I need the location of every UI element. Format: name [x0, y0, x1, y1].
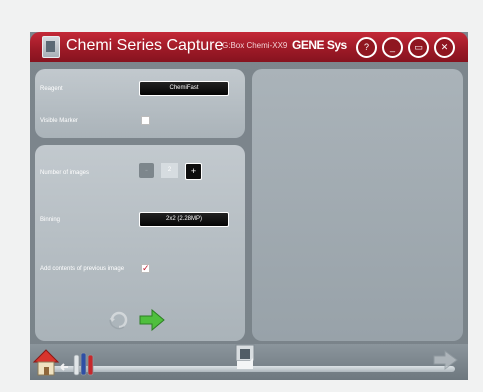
help-button[interactable]: ? — [356, 37, 377, 58]
capture-settings-panel: Number of images - 2 + Binning 2x2 (2.28… — [35, 145, 245, 341]
image-preview-panel — [252, 69, 463, 341]
binning-label: Binning — [40, 217, 61, 223]
next-arrow-icon[interactable] — [433, 350, 458, 370]
images-count-value: 2 — [161, 163, 178, 178]
camera-app-icon — [42, 36, 60, 58]
close-button[interactable]: ✕ — [434, 37, 455, 58]
visible-marker-label: Visible Marker — [40, 118, 78, 124]
camera-step-icon[interactable] — [235, 344, 255, 369]
number-of-images-label: Number of images — [40, 170, 90, 176]
device-model: G:Box Chemi-XX9 — [222, 41, 288, 50]
bottom-icons — [32, 344, 458, 376]
go-arrow-icon[interactable] — [139, 308, 165, 332]
brand-logo: GENE Sys — [292, 38, 347, 52]
reagent-tubes-icon[interactable] — [73, 352, 94, 376]
images-increment-button[interactable]: + — [185, 163, 202, 180]
minimize-button[interactable]: _ — [382, 37, 403, 58]
reagent-label: Reagent — [40, 86, 63, 92]
reagent-select[interactable]: ChemiFast — [139, 81, 229, 96]
window-title: Chemi Series Capture — [66, 37, 224, 54]
home-icon[interactable] — [32, 349, 60, 376]
arrow-left-icon — [60, 363, 68, 371]
add-previous-checkbox[interactable]: ✓ — [141, 264, 150, 273]
maximize-button[interactable]: ▭ — [408, 37, 429, 58]
binning-select[interactable]: 2x2 (2.28MP) — [139, 212, 229, 227]
add-previous-label: Add contents of previous image — [40, 266, 125, 272]
reagent-panel: Reagent ChemiFast Visible Marker — [35, 69, 245, 138]
refresh-icon[interactable] — [109, 311, 128, 330]
title-bar: Chemi Series Capture G:Box Chemi-XX9 GEN… — [30, 32, 468, 62]
images-decrement-button[interactable]: - — [139, 163, 154, 178]
visible-marker-checkbox[interactable] — [141, 116, 150, 125]
action-icons — [109, 308, 165, 332]
